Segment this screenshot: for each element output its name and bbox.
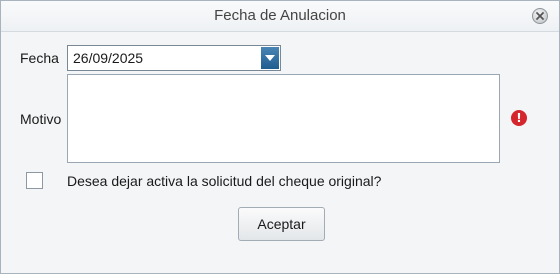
error-icon: !: [511, 110, 527, 126]
fecha-label: Fecha: [20, 50, 59, 66]
window-title: Fecha de Anulacion: [214, 7, 346, 24]
close-icon: [536, 12, 544, 20]
motivo-textarea[interactable]: [67, 74, 500, 163]
motivo-label: Motivo: [20, 111, 62, 127]
fecha-date-picker[interactable]: 26/09/2025: [67, 45, 281, 71]
fecha-value: 26/09/2025: [73, 50, 144, 66]
date-dropdown-button[interactable]: [261, 47, 279, 69]
close-button[interactable]: [532, 8, 548, 24]
accept-button[interactable]: Aceptar: [238, 207, 325, 241]
title-bar: Fecha de Anulacion: [1, 1, 559, 32]
dialog-window: Fecha de Anulacion Fecha 26/09/2025 Moti…: [0, 0, 560, 274]
chevron-down-icon: [265, 55, 275, 61]
keep-active-checkbox[interactable]: [26, 172, 43, 189]
checkbox-label: Desea dejar activa la solicitud del cheq…: [67, 173, 382, 189]
